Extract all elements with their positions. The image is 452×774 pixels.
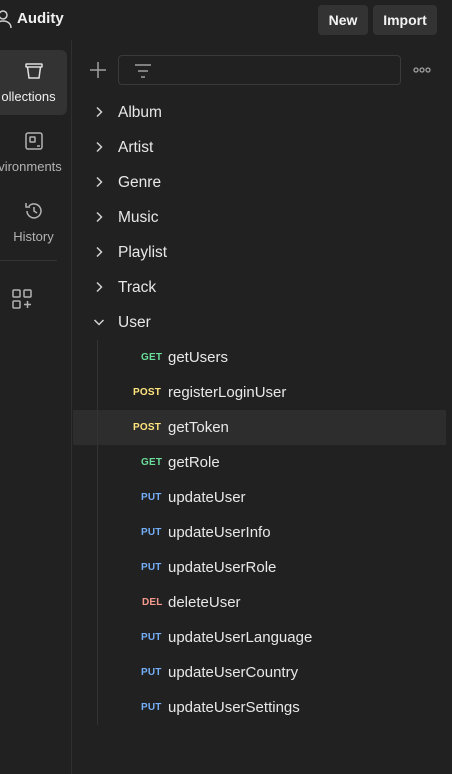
folder-row[interactable]: Genre [73, 165, 446, 200]
folder-name: Music [118, 208, 159, 226]
folder-row[interactable]: User [73, 305, 446, 340]
filter-input[interactable] [118, 55, 401, 85]
request-name: registerLoginUser [168, 384, 287, 401]
folder-row[interactable]: Artist [73, 130, 446, 165]
sidebar: ollections vironments History [0, 40, 72, 774]
chevron-right-icon[interactable] [93, 141, 105, 153]
request-name: deleteUser [168, 594, 241, 611]
request-row[interactable]: PUT updateUserInfo [73, 515, 446, 550]
request-row[interactable]: PUT updateUserSettings [73, 690, 446, 725]
chevron-right-icon[interactable] [93, 106, 105, 118]
workspace-name[interactable]: Audity [17, 10, 64, 27]
sidebar-item-label: History [13, 229, 54, 244]
environments-icon [24, 132, 43, 150]
chevron-right-icon[interactable] [93, 176, 105, 188]
folder-name: Genre [118, 173, 162, 191]
request-row[interactable]: PUT updateUser [73, 480, 446, 515]
import-button[interactable]: Import [373, 5, 437, 35]
history-icon [24, 203, 42, 219]
request-row[interactable]: GET getRole [73, 445, 446, 480]
method-badge: PUT [141, 527, 162, 538]
filter-icon [135, 64, 151, 78]
chevron-right-icon[interactable] [93, 246, 105, 258]
folder-name: Artist [118, 138, 154, 156]
method-badge: PUT [141, 492, 162, 503]
method-badge: PUT [141, 632, 162, 643]
sidebar-item-environments[interactable]: vironments [0, 120, 67, 185]
folder-row[interactable]: Track [73, 270, 446, 305]
app-header: Audity New Import [0, 0, 452, 40]
folder-row[interactable]: Music [73, 200, 446, 235]
method-badge: GET [141, 352, 163, 363]
request-row[interactable]: GET getUsers [73, 340, 446, 375]
chevron-down-icon[interactable] [93, 316, 105, 328]
method-badge: POST [133, 387, 162, 398]
user-icon [0, 10, 12, 29]
method-badge: DEL [142, 597, 163, 608]
folder-name: Track [118, 278, 157, 296]
method-badge: PUT [141, 667, 162, 678]
collection-tree: Album Artist Genre Music Playlist Track … [73, 95, 452, 725]
plus-icon[interactable] [88, 60, 108, 80]
request-name: getUsers [168, 349, 229, 366]
request-name: getRole [168, 454, 220, 471]
chevron-right-icon[interactable] [93, 281, 105, 293]
sidebar-item-collections[interactable]: ollections [0, 50, 67, 115]
request-row[interactable]: PUT updateUserLanguage [73, 620, 446, 655]
request-name: updateUserCountry [168, 664, 299, 681]
tree-guide-line [97, 340, 98, 725]
request-name: getToken [168, 419, 229, 436]
sidebar-item-label: vironments [0, 159, 62, 174]
folder-row[interactable]: Playlist [73, 235, 446, 270]
new-button[interactable]: New [318, 5, 368, 35]
folder-name: Album [118, 103, 162, 121]
chevron-right-icon[interactable] [93, 211, 105, 223]
request-row[interactable]: DEL deleteUser [73, 585, 446, 620]
method-badge: POST [133, 422, 162, 433]
request-name: updateUserSettings [168, 699, 300, 716]
sidebar-divider [0, 260, 57, 261]
request-row[interactable]: POST getToken [73, 410, 446, 445]
request-row[interactable]: POST registerLoginUser [73, 375, 446, 410]
folder-name: Playlist [118, 243, 168, 261]
request-name: updateUserRole [168, 559, 277, 576]
folder-row[interactable]: Album [73, 95, 446, 130]
method-badge: PUT [141, 562, 162, 573]
sidebar-item-label: ollections [1, 89, 56, 104]
folder-name: User [118, 313, 151, 331]
request-row[interactable]: PUT updateUserRole [73, 550, 446, 585]
method-badge: PUT [141, 702, 162, 713]
request-name: updateUserLanguage [168, 629, 313, 646]
collections-icon [24, 63, 43, 79]
request-name: updateUser [168, 489, 246, 506]
request-name: updateUserInfo [168, 524, 271, 541]
request-row[interactable]: PUT updateUserCountry [73, 655, 446, 690]
more-icon[interactable] [412, 62, 432, 78]
add-workspace-icon[interactable] [11, 288, 33, 310]
sidebar-item-history[interactable]: History [0, 190, 67, 255]
method-badge: GET [141, 457, 163, 468]
